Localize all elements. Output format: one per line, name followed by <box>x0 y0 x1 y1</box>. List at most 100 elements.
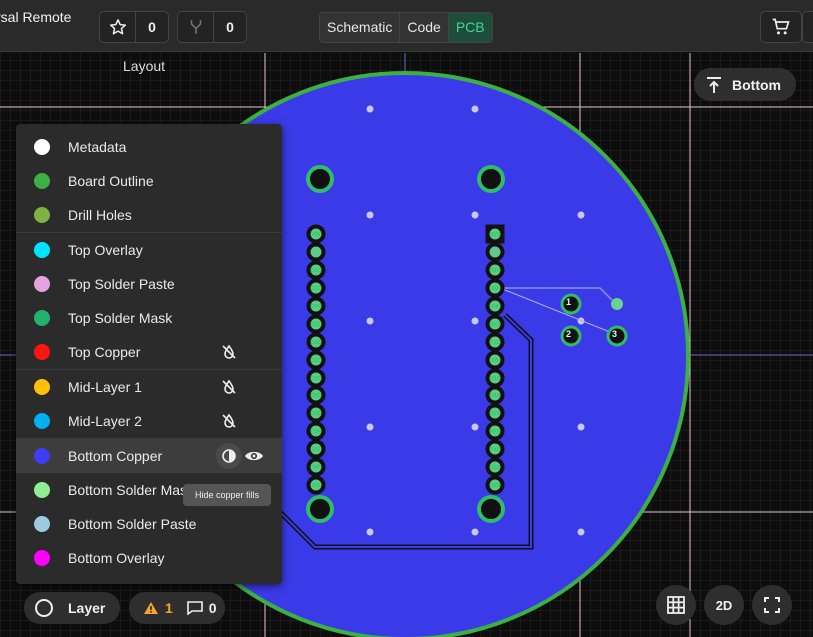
layer-row-bottom-overlay[interactable]: Bottom Overlay <box>16 541 282 575</box>
pad-label: D25 <box>311 358 321 364</box>
layer-label: Bottom Copper <box>68 448 163 464</box>
flip-to-top-icon <box>707 76 721 93</box>
overflow-button[interactable] <box>802 11 813 43</box>
tooltip: Hide copper fills <box>183 484 271 506</box>
star-count: 0 <box>148 19 156 35</box>
layer-label: Top Solder Paste <box>68 276 175 292</box>
pad-label: D32 <box>311 393 321 399</box>
layer-row-bottom-copper[interactable]: Bottom Copper <box>16 439 282 473</box>
layer-color-dot[interactable] <box>34 173 50 189</box>
comment-icon <box>186 601 203 615</box>
warning-icon <box>144 602 158 614</box>
pad-label: D26 <box>311 340 321 346</box>
fork-counter[interactable]: 0 <box>177 11 247 43</box>
pad-label: D2 <box>491 286 498 292</box>
pad-label: RX2 <box>490 322 501 328</box>
pad-label: TX2 <box>490 340 500 346</box>
issues-button[interactable]: 1 0 <box>129 592 225 624</box>
top-bar: rsal Remote 0 0 Schematic Code PCB <box>0 0 813 52</box>
eye-icon[interactable] <box>243 445 265 467</box>
fork-count: 0 <box>226 19 234 35</box>
layer-color-dot[interactable] <box>34 344 50 360</box>
layer-color-dot[interactable] <box>34 139 50 155</box>
pad-label: D14 <box>311 304 321 310</box>
grid-icon <box>667 596 685 614</box>
pad-label: RX0 <box>490 429 501 435</box>
pad-label: 3V3 <box>490 232 500 238</box>
pad-label: D19 <box>490 393 500 399</box>
layer-label: Bottom Overlay <box>68 550 165 566</box>
hide-fill-icon[interactable] <box>219 411 239 431</box>
layer-color-dot[interactable] <box>34 310 50 326</box>
layer-button-label: Layer <box>68 600 106 616</box>
layer-label: Bottom Solder Mask <box>68 482 195 498</box>
hide-fill-icon[interactable] <box>219 342 239 362</box>
layer-color-dot[interactable] <box>34 242 50 258</box>
layer-row-metadata[interactable]: Metadata <box>16 130 282 164</box>
pad-label: TX0 <box>490 447 500 453</box>
pad-label: D5 <box>491 358 498 364</box>
contrast-icon[interactable] <box>216 443 242 469</box>
tab-code[interactable]: Code <box>400 13 449 42</box>
pad-label: VP <box>312 465 320 471</box>
layer-row-top-copper[interactable]: Top Copper <box>16 335 282 369</box>
project-title: rsal Remote <box>0 9 72 25</box>
layer-label: Bottom Solder Paste <box>68 516 197 532</box>
layer-panel: Metadata Board Outline Drill Holes Top Over… <box>16 124 282 584</box>
pin-2-label: 2 <box>566 329 572 339</box>
layer-color-dot[interactable] <box>34 379 50 395</box>
grid-toggle-button[interactable] <box>656 585 696 625</box>
layer-color-dot[interactable] <box>34 207 50 223</box>
pin-1-label: 1 <box>566 297 572 307</box>
pad-label: D22 <box>490 465 500 471</box>
layer-color-dot[interactable] <box>34 550 50 566</box>
layer-row-mid-layer-1[interactable]: Mid-Layer 1 <box>16 370 282 404</box>
hide-fill-icon[interactable] <box>219 377 239 397</box>
layer-row-bottom-solder-paste[interactable]: Bottom Solder Paste <box>16 507 282 541</box>
fullscreen-icon <box>764 597 780 613</box>
tab-schematic[interactable]: Schematic <box>320 13 401 42</box>
layer-label: Top Solder Mask <box>68 310 173 326</box>
pad-label: VN <box>312 447 320 453</box>
layer-label: Drill Holes <box>68 207 132 223</box>
pad-label: D15 <box>490 268 500 274</box>
layer-button[interactable]: Layer <box>24 592 120 624</box>
comment-count: 0 <box>208 600 217 616</box>
pad-label: D23 <box>490 483 500 489</box>
pad-label: D12 <box>311 286 321 292</box>
fork-icon[interactable] <box>178 12 214 42</box>
pad-label: D27 <box>311 322 321 328</box>
view-side-button[interactable]: Bottom <box>694 68 796 101</box>
pad-label: D35 <box>311 411 321 417</box>
layer-row-drill-holes[interactable]: Drill Holes <box>16 198 282 232</box>
star-counter[interactable]: 0 <box>99 11 169 43</box>
pad-copper <box>310 246 322 258</box>
layer-row-top-overlay[interactable]: Top Overlay <box>16 233 282 267</box>
pad-label: EN <box>312 483 320 489</box>
pad-label: D33 <box>311 376 321 382</box>
layer-row-top-solder-mask[interactable]: Top Solder Mask <box>16 301 282 335</box>
star-icon[interactable] <box>100 12 136 42</box>
pad-label: D13 <box>311 268 321 274</box>
view-mode-button[interactable]: 2D <box>704 585 744 625</box>
pad-label: D34 <box>311 429 321 435</box>
layer-color-dot[interactable] <box>34 413 50 429</box>
layer-color-dot[interactable] <box>34 482 50 498</box>
layer-color-dot[interactable] <box>34 448 50 464</box>
layer-label: Metadata <box>68 139 127 155</box>
cart-button[interactable] <box>760 11 802 43</box>
tab-pcb[interactable]: PCB <box>448 13 492 42</box>
layer-color-dot[interactable] <box>34 276 50 292</box>
layer-row-mid-layer-2[interactable]: Mid-Layer 2 <box>16 404 282 438</box>
fullscreen-button[interactable] <box>752 585 792 625</box>
layer-circle-icon <box>35 599 53 617</box>
pad-label: VIN <box>311 232 320 238</box>
layer-row-board-outline[interactable]: Board Outline <box>16 164 282 198</box>
view-switcher: Schematic Code PCB <box>319 12 493 43</box>
layer-label: Mid-Layer 1 <box>68 379 142 395</box>
layer-color-dot[interactable] <box>34 516 50 532</box>
layer-row-top-solder-paste[interactable]: Top Solder Paste <box>16 267 282 301</box>
view-side-label: Bottom <box>732 76 781 93</box>
layer-label: Top Overlay <box>68 242 143 258</box>
pin-3-label: 3 <box>612 329 618 339</box>
